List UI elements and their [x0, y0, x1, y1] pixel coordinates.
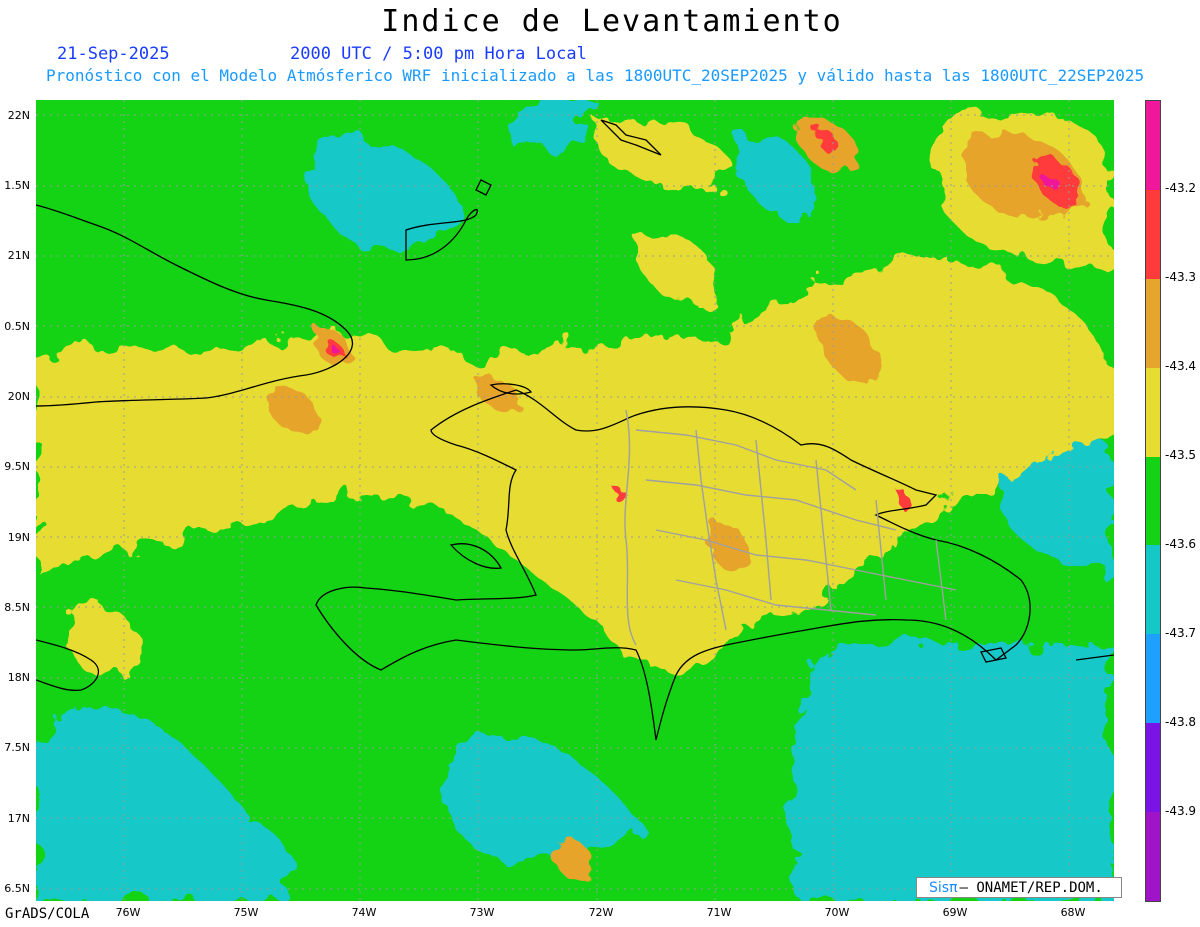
lat-label: 21N	[7, 249, 30, 262]
colorbar-segment	[1146, 101, 1160, 190]
lat-label: 22N	[7, 109, 30, 122]
colorbar-segment	[1146, 189, 1160, 279]
lifted-index-map	[36, 100, 1114, 901]
lon-label: 71W	[706, 906, 732, 919]
lon-label: 72W	[588, 906, 614, 919]
lat-label: 20N	[7, 390, 30, 403]
lon-label: 69W	[942, 906, 968, 919]
forecast-time: 2000 UTC / 5:00 pm Hora Local	[290, 44, 587, 64]
colorbar-segment	[1146, 456, 1160, 546]
lon-label: 75W	[233, 906, 259, 919]
lon-label: 74W	[351, 906, 377, 919]
lat-label: 6.5N	[4, 882, 30, 895]
onamet-text: – ONAMET/REP.DOM.	[959, 879, 1103, 896]
grads-credit: GrADS/COLA	[5, 906, 90, 922]
lon-label: 68W	[1060, 906, 1086, 919]
lon-label: 76W	[115, 906, 141, 919]
colorbar-label: -43.3	[1165, 270, 1197, 284]
lat-label: 8.5N	[4, 601, 30, 614]
colorbar-label: -43.9	[1165, 804, 1197, 818]
colorbar	[1145, 100, 1161, 902]
colorbar-segment	[1146, 723, 1160, 812]
lat-label: 7.5N	[4, 741, 30, 754]
lat-label: 17N	[7, 812, 30, 825]
lat-label: 9.5N	[4, 460, 30, 473]
colorbar-label: -43.2	[1165, 181, 1197, 195]
sis-logo-text: Sisπ	[929, 879, 958, 896]
colorbar-segment	[1146, 812, 1160, 901]
lat-label: 19N	[7, 531, 30, 544]
colorbar-label: -43.6	[1165, 537, 1197, 551]
colorbar-segment	[1146, 367, 1160, 457]
lat-label: 1.5N	[4, 179, 30, 192]
colorbar-segment	[1146, 278, 1160, 368]
lat-label: 0.5N	[4, 320, 30, 333]
lon-label: 70W	[824, 906, 850, 919]
colorbar-segment	[1146, 545, 1160, 635]
colorbar-label: -43.5	[1165, 448, 1197, 462]
map-title: Indice de Levantamiento	[381, 4, 843, 39]
colorbar-label: -43.7	[1165, 626, 1197, 640]
onamet-logo: Sisπ – ONAMET/REP.DOM.	[916, 877, 1122, 898]
lat-label: 18N	[7, 671, 30, 684]
colorbar-label: -43.8	[1165, 715, 1197, 729]
lon-label: 73W	[469, 906, 495, 919]
forecast-subtitle: Pronóstico con el Modelo Atmósferico WRF…	[46, 66, 1145, 85]
colorbar-segment	[1146, 634, 1160, 724]
colorbar-label: -43.4	[1165, 359, 1197, 373]
forecast-date: 21-Sep-2025	[57, 44, 170, 64]
